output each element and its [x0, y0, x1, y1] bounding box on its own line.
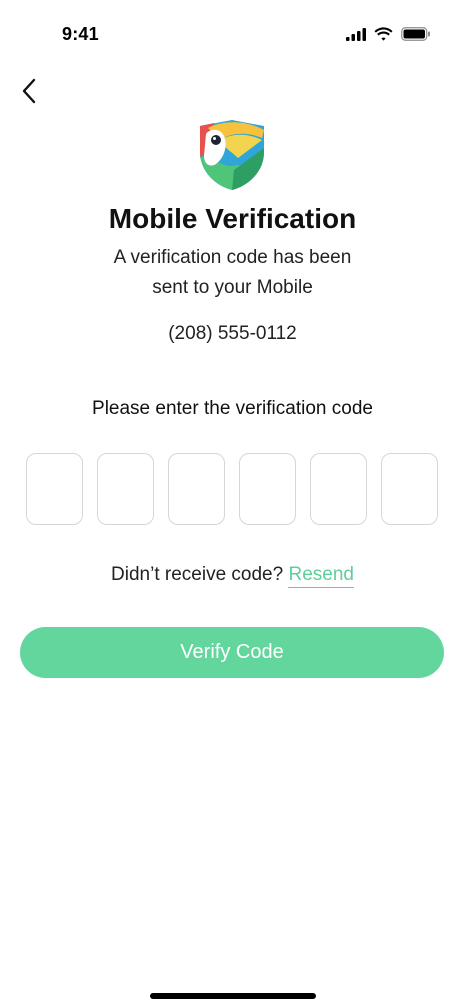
verification-code-input: [26, 453, 438, 525]
toucan-shield-logo: [200, 120, 264, 190]
subtitle-line-1: A verification code has been: [113, 247, 352, 268]
resend-link[interactable]: Resend: [288, 564, 354, 588]
code-prompt: Please enter the verification code: [92, 398, 373, 419]
status-bar: 9:41: [0, 0, 465, 70]
code-digit-box-3[interactable]: [168, 453, 225, 525]
code-digit-box-5[interactable]: [310, 453, 367, 525]
resend-row: Didn’t receive code? Resend: [0, 564, 465, 588]
code-digit-box-6[interactable]: [381, 453, 438, 525]
code-digit-box-1[interactable]: [26, 453, 83, 525]
battery-icon: [401, 27, 430, 41]
status-icons: [346, 27, 431, 41]
code-digit-box-4[interactable]: [239, 453, 296, 525]
subtitle-line-2: sent to your Mobile: [152, 277, 313, 298]
cellular-signal-icon: [346, 27, 366, 41]
status-time: 9:41: [62, 24, 99, 44]
code-digit-box-2[interactable]: [97, 453, 154, 525]
home-indicator: [150, 993, 316, 999]
chevron-left-icon: [22, 78, 36, 104]
verify-code-button[interactable]: Verify Code: [20, 627, 444, 678]
page-title: Mobile Verification: [108, 203, 357, 234]
back-button[interactable]: [12, 74, 46, 108]
resend-question: Didn’t receive code?: [111, 564, 284, 585]
phone-number: (208) 555-0112: [168, 323, 297, 344]
wifi-icon: [374, 27, 393, 41]
